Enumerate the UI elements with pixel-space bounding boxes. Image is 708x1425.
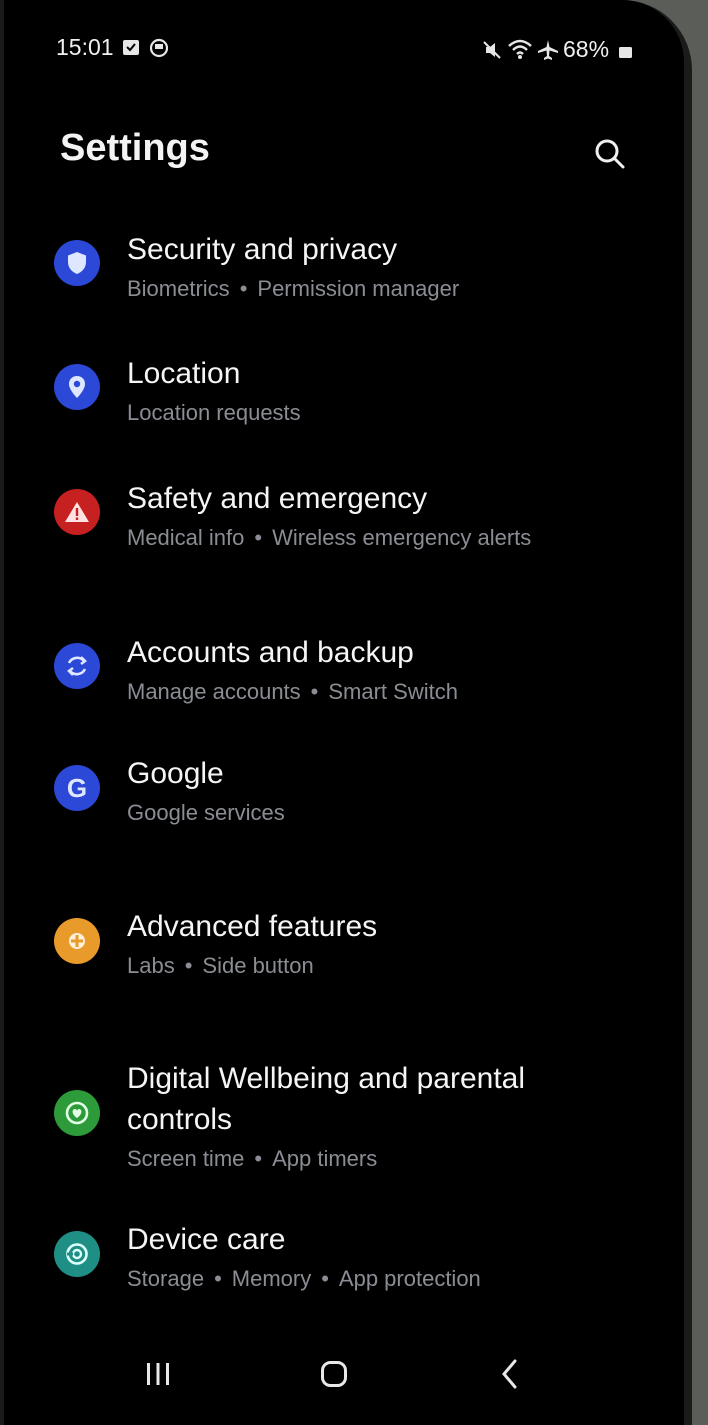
mute-icon — [482, 40, 502, 65]
screen: 15:01 68% Settings Security and privacy … — [4, 0, 684, 1425]
recent-apps-icon — [147, 1363, 169, 1385]
item-subtitle: Screen time • App timers — [127, 1146, 378, 1171]
item-title: Location — [127, 357, 241, 390]
settings-item-security-privacy[interactable]: Security and privacy Biometrics • Permissi… — [44, 230, 664, 310]
calendar-check-icon — [122, 38, 140, 61]
navigation-bar — [4, 1330, 684, 1410]
subtitle-part: Wireless emergency alerts — [272, 525, 532, 550]
subtitle-part: App timers — [272, 1146, 378, 1171]
battery-percent: 68% — [563, 36, 610, 62]
back-chevron-icon — [502, 1359, 517, 1389]
google-icon: G — [54, 765, 100, 811]
subtitle-part: Smart Switch — [328, 679, 458, 704]
warning-icon — [54, 489, 100, 535]
google-g-glyph: G — [66, 772, 88, 803]
search-button[interactable] — [588, 132, 632, 176]
item-subtitle: Storage • Memory • App protection — [127, 1266, 481, 1291]
wellbeing-icon — [54, 1090, 100, 1136]
subtitle-part: Manage accounts — [127, 679, 301, 704]
item-subtitle: Labs • Side button — [127, 953, 314, 978]
item-subtitle: Biometrics • Permission manager — [127, 276, 460, 301]
status-bar: 15:01 68% — [4, 0, 684, 90]
subtitle-part: Google services — [127, 800, 285, 825]
item-subtitle: Manage accounts • Smart Switch — [127, 679, 458, 704]
sync-status-icon — [149, 38, 169, 63]
subtitle-part: Biometrics — [127, 276, 230, 301]
settings-item-device-care[interactable]: Device care Storage • Memory • App protectio… — [44, 1220, 664, 1300]
item-title-line1: Digital Wellbeing and parental — [127, 1062, 526, 1095]
subtitle-part: Location requests — [127, 400, 301, 425]
subtitle-part: Permission manager — [257, 276, 460, 301]
item-title: Accounts and backup — [127, 636, 414, 669]
item-title: Safety and emergency — [127, 482, 428, 515]
home-icon — [321, 1361, 347, 1387]
airplane-icon — [537, 39, 559, 66]
settings-item-location[interactable]: Location Location requests — [44, 354, 664, 434]
puzzle-icon — [54, 918, 100, 964]
subtitle-part: Side button — [202, 953, 314, 978]
item-subtitle: Google services — [127, 800, 285, 826]
device-care-icon — [54, 1231, 100, 1277]
back-button[interactable] — [480, 1350, 540, 1398]
settings-item-accounts-backup[interactable]: Accounts and backup Manage accounts • Smar… — [44, 633, 664, 713]
item-subtitle: Medical info • Wireless emergency alerts — [127, 525, 532, 550]
sync-icon — [54, 643, 100, 689]
page-title: Settings — [60, 127, 210, 169]
home-button[interactable] — [304, 1350, 364, 1398]
subtitle-part: Screen time — [127, 1146, 245, 1171]
battery-icon — [619, 46, 633, 64]
subtitle-part: Storage — [127, 1266, 205, 1291]
item-title: Security and privacy — [127, 233, 398, 266]
recent-apps-button[interactable] — [128, 1350, 188, 1398]
settings-item-digital-wellbeing[interactable]: Digital Wellbeing and parental controls … — [44, 1059, 664, 1179]
item-subtitle: Location requests — [127, 400, 301, 426]
subtitle-part: Labs — [127, 953, 175, 978]
search-icon — [595, 139, 625, 169]
item-title-line2: controls — [127, 1103, 233, 1136]
settings-item-safety-emergency[interactable]: Safety and emergency Medical info • Wirele… — [44, 479, 664, 559]
item-title: Advanced features — [127, 910, 378, 943]
subtitle-part: Medical info — [127, 525, 245, 550]
location-pin-icon — [54, 364, 100, 410]
wifi-icon — [507, 38, 533, 65]
subtitle-part: App protection — [338, 1266, 481, 1291]
shield-icon — [54, 240, 100, 286]
settings-item-google[interactable]: G Google Google services — [44, 754, 664, 834]
item-title: Device care — [127, 1223, 286, 1256]
status-time: 15:01 — [56, 34, 114, 60]
subtitle-part: Memory — [231, 1266, 312, 1291]
settings-item-advanced-features[interactable]: Advanced features Labs • Side button — [44, 907, 664, 987]
item-title: Google — [127, 757, 224, 790]
